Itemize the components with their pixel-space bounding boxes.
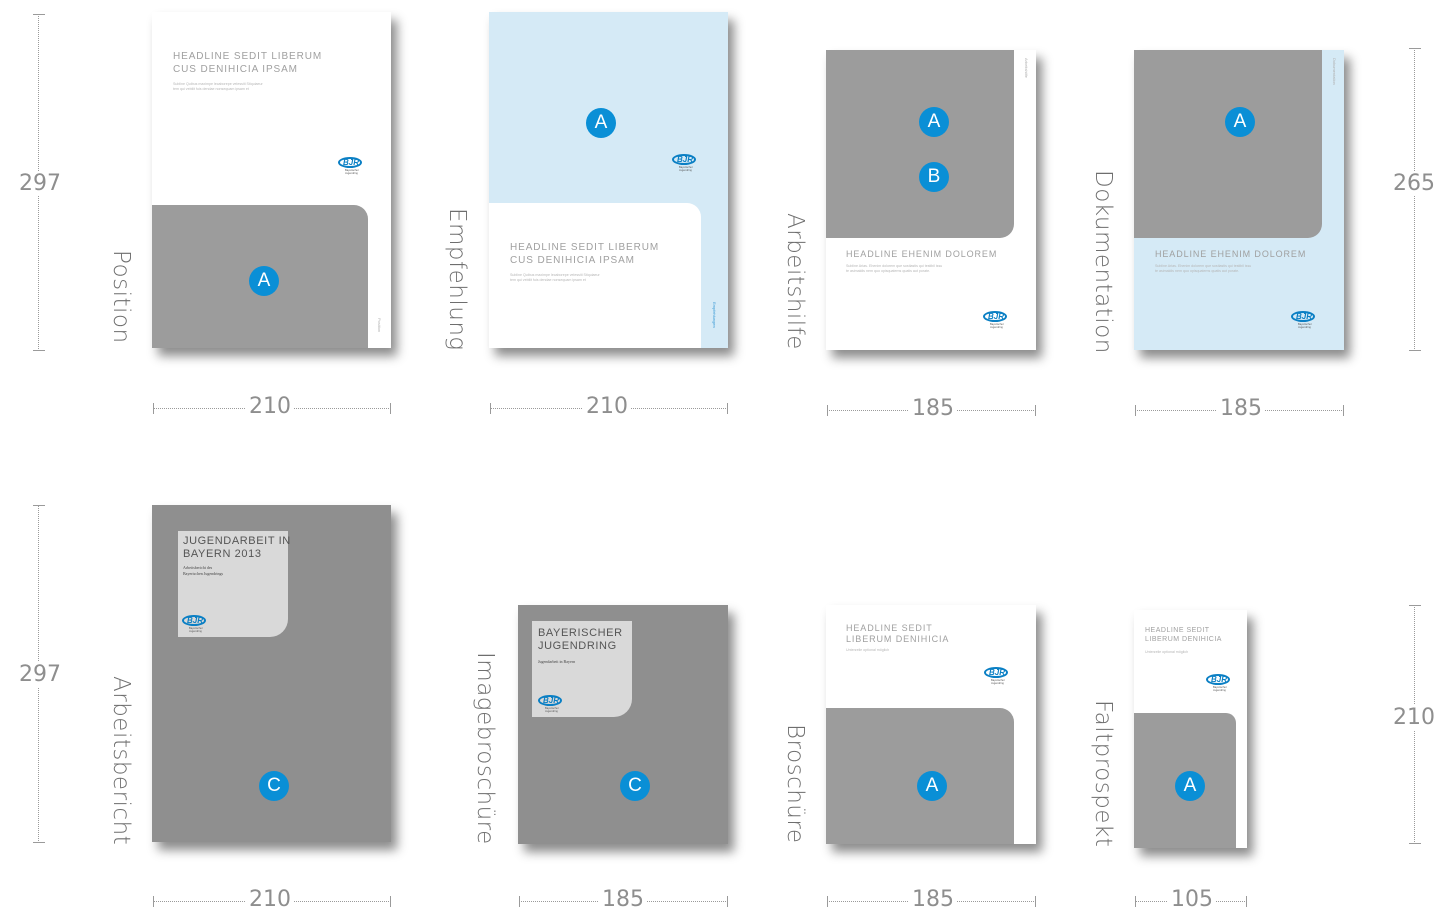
label-broschuere: Broschüre bbox=[782, 724, 808, 844]
cover-subline: Unterzeile optional möglich bbox=[1145, 650, 1189, 654]
height-dimension-value: 265 bbox=[1390, 171, 1438, 196]
cover-imagebroschuere: BAYERISCHER JUGENDRING Jugendarbeit in Ba… bbox=[518, 605, 728, 844]
cover-headline: HEADLINE EHENIM DOLOREM bbox=[1155, 249, 1307, 259]
width-dimension-value: 185 bbox=[599, 887, 647, 912]
height-dimension-value: 297 bbox=[16, 662, 64, 687]
spine-text: Position bbox=[377, 318, 382, 333]
cover-headline: JUGENDARBEIT IN BAYERN 2013 bbox=[183, 535, 291, 560]
cover-subline: Arbeitsbericht des Bayerischen Jugendring… bbox=[183, 565, 224, 576]
cover-headline: BAYERISCHER JUGENDRING bbox=[538, 627, 623, 652]
cover-position: HEADLINE SEDIT LIBERUM CUS DENIHICIA IPSA… bbox=[152, 12, 391, 348]
badge-a: A bbox=[586, 108, 616, 138]
badge-b: B bbox=[919, 162, 949, 192]
badge-c: C bbox=[620, 771, 650, 801]
bjr-logo: BJR Bayerischer Jugendring bbox=[338, 157, 364, 175]
label-imagebroschuere: Imagebroschüre bbox=[472, 652, 498, 845]
label-arbeitshilfe: Arbeitshilfe bbox=[782, 213, 808, 350]
spine-text: Dokumentation bbox=[1332, 58, 1337, 85]
cover-subline: Subline Quibus maximpe lecaborepe veless… bbox=[173, 82, 263, 91]
width-dimension-value: 185 bbox=[909, 887, 957, 912]
cover-arbeitsbericht: JUGENDARBEIT IN BAYERN 2013 Arbeitsberich… bbox=[152, 505, 391, 842]
height-dimension-value: 297 bbox=[16, 171, 64, 196]
badge-a: A bbox=[249, 266, 279, 296]
label-arbeitsbericht: Arbeitsbericht bbox=[108, 676, 134, 846]
cover-arbeitshilfe: A B Arbeitshilfe HEADLINE EHENIM DOLOREM… bbox=[826, 50, 1036, 350]
cover-headline: HEADLINE SEDIT LIBERUM CUS DENIHICIA IPSA… bbox=[510, 242, 660, 266]
label-dokumentation: Dokumentation bbox=[1090, 170, 1116, 354]
width-dimension-value: 105 bbox=[1168, 887, 1216, 912]
spine-text: Empfehlungen bbox=[712, 302, 717, 328]
bjr-logo: BJR Bayerischer Jugendring bbox=[1291, 311, 1317, 329]
cover-subline: Jugendarbeit in Bayern bbox=[538, 659, 576, 664]
badge-a: A bbox=[1225, 107, 1255, 137]
cover-subline: Unterzeile optional möglich bbox=[846, 648, 890, 652]
width-dimension-value: 210 bbox=[246, 394, 294, 419]
bjr-logo: BJR Bayerischer Jugendring bbox=[983, 311, 1009, 329]
label-position: Position bbox=[108, 250, 134, 344]
height-dimension-line bbox=[1409, 48, 1421, 351]
cover-headline: HEADLINE SEDIT LIBERUM CUS DENIHICIA IPSA… bbox=[173, 51, 323, 75]
cover-dokumentation: A Dokumentation HEADLINE EHENIM DOLOREM … bbox=[1134, 50, 1344, 350]
bjr-logo: BJR Bayerischer Jugendring bbox=[1206, 674, 1232, 692]
image-area bbox=[826, 50, 1014, 238]
label-empfehlung: Empfehlung bbox=[444, 208, 470, 351]
cover-subline: Subline Quibus maximpe lecaborepe veless… bbox=[510, 273, 600, 282]
badge-a: A bbox=[917, 771, 947, 801]
cover-subline: Subline Arias. Ehenim dolorem que sostia… bbox=[846, 264, 943, 273]
badge-a: A bbox=[1175, 771, 1205, 801]
badge-a: A bbox=[919, 107, 949, 137]
width-dimension-value: 185 bbox=[1217, 396, 1265, 421]
height-dimension-value: 210 bbox=[1390, 705, 1438, 730]
cover-faltprospekt: HEADLINE SEDIT LIBERUM DENIHICIA Unterzei… bbox=[1134, 610, 1247, 848]
bjr-logo: BJR Bayerischer Jugendring bbox=[672, 154, 698, 172]
spine-text: Arbeitshilfe bbox=[1024, 58, 1029, 78]
width-dimension-value: 210 bbox=[246, 887, 294, 912]
label-faltprospekt: Faltprospekt bbox=[1090, 700, 1116, 848]
cover-subline: Subline Arias. Ehenim dolorem que sostia… bbox=[1155, 264, 1252, 273]
width-dimension-value: 210 bbox=[583, 394, 631, 419]
cover-broschuere: HEADLINE SEDIT LIBERUM DENIHICIA Unterzei… bbox=[826, 605, 1036, 844]
cover-headline: HEADLINE SEDIT LIBERUM DENIHICIA bbox=[846, 623, 950, 644]
bjr-logo: BJR Bayerischer Jugendring bbox=[984, 667, 1010, 685]
bjr-logo: BJR Bayerischer Jugendring bbox=[538, 695, 564, 713]
image-area bbox=[1134, 50, 1322, 238]
badge-c: C bbox=[259, 771, 289, 801]
cover-headline: HEADLINE SEDIT LIBERUM DENIHICIA bbox=[1145, 627, 1222, 643]
cover-empfehlung: A BJR Bayerischer Jugendring HEADLINE SED… bbox=[489, 12, 728, 348]
width-dimension-value: 185 bbox=[909, 396, 957, 421]
cover-headline: HEADLINE EHENIM DOLOREM bbox=[846, 249, 998, 259]
bjr-logo: BJR Bayerischer Jugendring bbox=[182, 615, 208, 633]
